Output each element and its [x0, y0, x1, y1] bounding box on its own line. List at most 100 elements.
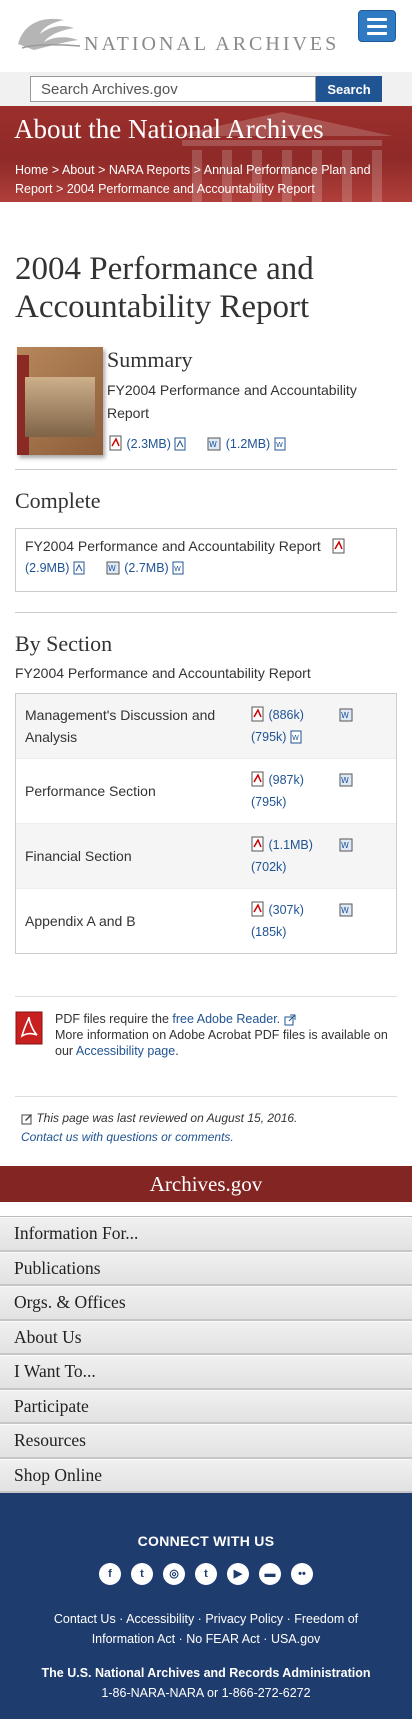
search-bar: Search [0, 72, 412, 106]
pdf-icon [251, 836, 264, 852]
edit-icon [21, 1114, 32, 1125]
search-input[interactable] [30, 76, 316, 102]
pdf-icon [251, 706, 264, 722]
summary-word-link[interactable]: (1.2MB) [226, 437, 270, 451]
divider [15, 612, 397, 613]
table-row: Performance Section (987k) (795k) W [16, 759, 396, 824]
summary-pdf-link[interactable]: (2.3MB) [126, 437, 170, 451]
logo-text: NATIONAL ARCHIVES [84, 33, 340, 55]
footer-nav-item[interactable]: Information For... [0, 1217, 412, 1252]
eagle-logo-icon [18, 18, 81, 50]
word-icon: W [339, 903, 353, 917]
footer-nav-item[interactable]: Resources [0, 1424, 412, 1459]
breadcrumb-home[interactable]: Home [15, 163, 48, 177]
facebook-icon[interactable]: f [99, 1563, 121, 1585]
main-content: 2004 Performance and Accountability Repo… [0, 250, 412, 1166]
report-cover-image[interactable] [17, 347, 103, 455]
word-icon: W [339, 773, 353, 787]
row-word-link[interactable]: (702k) [251, 860, 286, 874]
flickr-icon[interactable]: •• [291, 1563, 313, 1585]
svg-text:W: W [341, 776, 349, 785]
summary-section: Summary FY2004 Performance and Accountab… [15, 347, 397, 465]
footer-link-contact[interactable]: Contact Us [54, 1612, 116, 1626]
breadcrumb-about[interactable]: About [62, 163, 95, 177]
connect-title: CONNECT WITH US [137, 1533, 275, 1549]
page-review-info: This page was last reviewed on August 15… [15, 1096, 397, 1166]
national-archives-logo[interactable]: NATIONAL ARCHIVES [14, 14, 336, 55]
footer-nav-item[interactable]: Orgs. & Offices [0, 1286, 412, 1321]
hamburger-menu-icon [367, 17, 387, 21]
row-pdf-link[interactable]: (886k) [268, 708, 303, 722]
complete-box: FY2004 Performance and Accountability Re… [15, 528, 397, 592]
row-word-link[interactable]: (795k) [251, 730, 286, 744]
footer-link-accessibility[interactable]: Accessibility [126, 1612, 194, 1626]
table-row: Financial Section (1.1MB) (702k) W [16, 824, 396, 889]
word-small-icon: W [172, 561, 184, 575]
footer-link-nofear[interactable]: No FEAR Act [186, 1632, 260, 1646]
complete-pdf-link[interactable]: (2.9MB) [25, 561, 69, 575]
row-label: Financial Section [25, 848, 132, 864]
twitter-icon[interactable]: t [131, 1563, 153, 1585]
youtube-icon[interactable]: ▶ [227, 1563, 249, 1585]
footer-nav-item[interactable]: About Us [0, 1320, 412, 1355]
tumblr-icon[interactable]: t [195, 1563, 217, 1585]
svg-text:W: W [341, 711, 349, 720]
summary-subtitle: FY2004 Performance and Accountability Re… [107, 382, 357, 421]
hero-banner: About the National Archives Home > About… [0, 106, 412, 202]
complete-word-link[interactable]: (2.7MB) [124, 561, 168, 575]
table-row: Appendix A and B (307k) (185k) W [16, 889, 396, 953]
row-label: Management's Discussion and Analysis [25, 707, 216, 745]
contact-us-link[interactable]: Contact us with questions or comments. [21, 1130, 234, 1144]
section-title: About the National Archives [14, 114, 324, 144]
page-title: 2004 Performance and Accountability Repo… [15, 251, 314, 325]
breadcrumb-nara-reports[interactable]: NARA Reports [109, 163, 190, 177]
adobe-reader-link[interactable]: free Adobe Reader. [172, 1012, 280, 1026]
social-links: f t ◎ t ▶ ▬ •• [0, 1563, 412, 1585]
svg-text:W: W [341, 841, 349, 850]
org-name: The U.S. National Archives and Records A… [41, 1666, 371, 1680]
row-word-link[interactable]: (795k) [251, 795, 286, 809]
instagram-icon[interactable]: ◎ [163, 1563, 185, 1585]
blog-icon[interactable]: ▬ [259, 1563, 281, 1585]
svg-text:W: W [209, 440, 217, 449]
pdf-icon [109, 435, 122, 451]
footer-nav-item[interactable]: Shop Online [0, 1458, 412, 1493]
accessibility-page-link[interactable]: Accessibility page [76, 1044, 175, 1058]
pdf-small-icon [73, 561, 85, 575]
footer-nav-item[interactable]: I Want To... [0, 1355, 412, 1390]
external-link-icon [284, 1014, 296, 1026]
word-small-icon: W [290, 730, 302, 744]
svg-text:W: W [341, 906, 349, 915]
row-word-link[interactable]: (185k) [251, 925, 286, 939]
menu-button[interactable] [358, 10, 396, 42]
complete-heading: Complete [15, 488, 101, 513]
footer-link-privacy[interactable]: Privacy Policy [205, 1612, 283, 1626]
word-icon: W [339, 708, 353, 722]
org-phone: 1-86-NARA-NARA or 1-866-272-6272 [101, 1686, 311, 1700]
pdf-icon [332, 538, 345, 554]
row-pdf-link[interactable]: (1.1MB) [268, 838, 312, 852]
footer-nav-item[interactable]: Publications [0, 1251, 412, 1286]
last-reviewed-text: This page was last reviewed on August 15… [36, 1111, 298, 1125]
word-icon: W [106, 561, 120, 575]
row-pdf-link[interactable]: (307k) [268, 903, 303, 917]
word-icon: W [339, 838, 353, 852]
breadcrumb: Home > About > NARA Reports > Annual Per… [15, 163, 371, 196]
breadcrumb-current: 2004 Performance and Accountability Repo… [66, 182, 315, 196]
footer-nav-item[interactable]: Participate [0, 1389, 412, 1424]
footer-site-title[interactable]: Archives.gov [0, 1166, 412, 1202]
word-small-icon: W [274, 437, 286, 451]
divider [15, 469, 397, 470]
site-header: NATIONAL ARCHIVES [0, 0, 412, 72]
footer-links: Contact Us · Accessibility · Privacy Pol… [53, 1612, 359, 1646]
by-section-subtitle: FY2004 Performance and Accountability Re… [15, 665, 311, 681]
search-button[interactable]: Search [316, 76, 382, 102]
pdf-icon [251, 901, 264, 917]
word-icon: W [207, 437, 221, 451]
pdf-icon [251, 771, 264, 787]
by-section-heading: By Section [15, 631, 113, 656]
section-table: Management's Discussion and Analysis (88… [15, 693, 397, 954]
svg-text:W: W [292, 734, 299, 742]
footer-link-usagov[interactable]: USA.gov [271, 1632, 320, 1646]
row-pdf-link[interactable]: (987k) [268, 773, 303, 787]
